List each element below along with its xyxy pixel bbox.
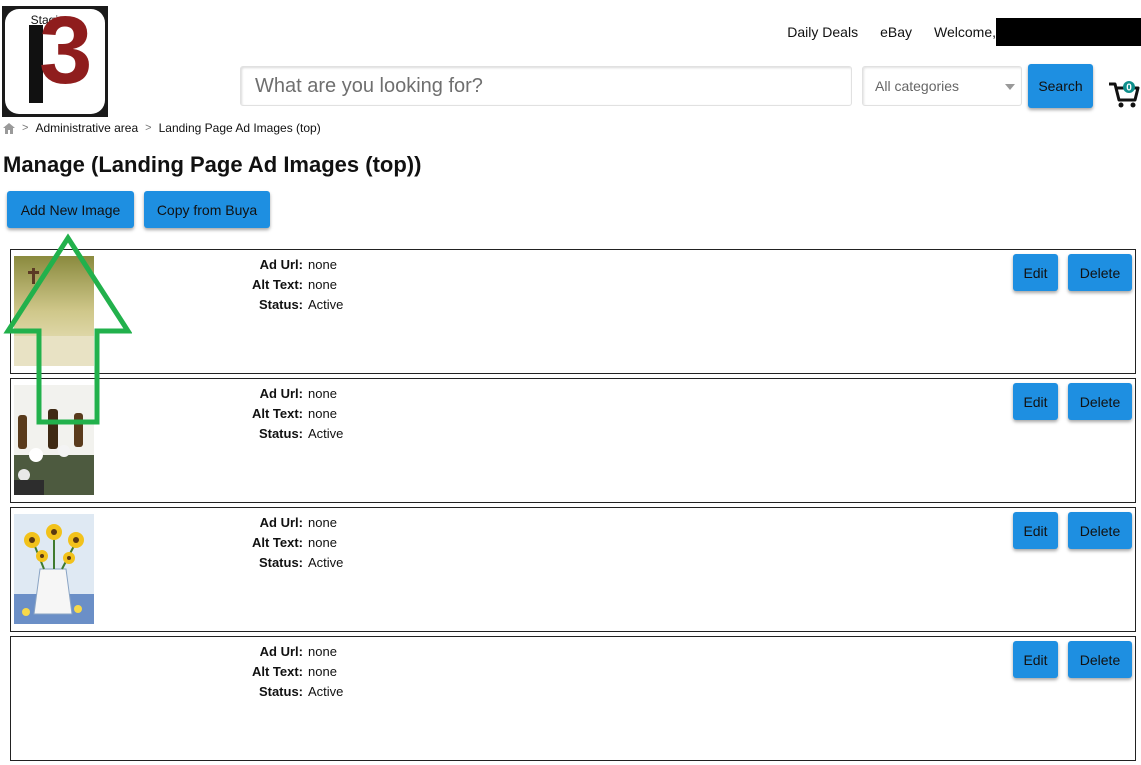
edit-button[interactable]: Edit	[1013, 641, 1058, 678]
welcome-area[interactable]: Welcome,	[934, 18, 1141, 46]
cart-graphic: 0	[1109, 81, 1140, 108]
image-meta: Ad Url: none Alt Text: none Status: Active	[11, 383, 411, 443]
delete-button[interactable]: Delete	[1068, 254, 1132, 291]
search-input[interactable]	[240, 66, 852, 106]
search-button[interactable]: Search	[1028, 64, 1093, 108]
cart-icon[interactable]: 0	[1108, 78, 1140, 110]
breadcrumb-current: Landing Page Ad Images (top)	[158, 121, 321, 135]
alt-text-value: none	[308, 276, 337, 292]
status-label: Status:	[258, 554, 303, 570]
ad-url-label: Ad Url:	[259, 643, 303, 659]
ad-url-value: none	[308, 385, 337, 401]
top-nav: Daily Deals eBay Welcome,	[787, 18, 1141, 46]
alt-text-label: Alt Text:	[251, 276, 303, 292]
status-label: Status:	[258, 296, 303, 312]
edit-button[interactable]: Edit	[1013, 254, 1058, 291]
edit-button[interactable]: Edit	[1013, 383, 1058, 420]
image-row: Ad Url: none Alt Text: none Status: Active …	[10, 507, 1136, 632]
copy-from-buya-button[interactable]: Copy from Buya	[144, 191, 270, 228]
logo-letter: 3	[39, 9, 93, 104]
alt-text-value: none	[308, 405, 337, 421]
category-select[interactable]: All categories	[862, 66, 1022, 106]
delete-button[interactable]: Delete	[1068, 641, 1132, 678]
chevron-down-icon	[1005, 84, 1015, 90]
ad-url-value: none	[308, 256, 337, 272]
delete-button[interactable]: Delete	[1068, 512, 1132, 549]
alt-text-value: none	[308, 663, 337, 679]
breadcrumb: > Administrative area > Landing Page Ad …	[3, 121, 321, 135]
nav-ebay[interactable]: eBay	[880, 24, 912, 40]
status-value: Active	[308, 554, 344, 570]
image-meta: Ad Url: none Alt Text: none Status: Active	[11, 641, 411, 701]
breadcrumb-separator: >	[145, 122, 152, 134]
welcome-label: Welcome,	[934, 24, 996, 40]
category-value: All categories	[875, 78, 960, 94]
breadcrumb-separator: >	[22, 122, 29, 134]
image-row: Ad Url: none Alt Text: none Status: Active …	[10, 249, 1136, 374]
nav-daily-deals[interactable]: Daily Deals	[787, 24, 858, 40]
delete-button[interactable]: Delete	[1068, 383, 1132, 420]
image-meta: Ad Url: none Alt Text: none Status: Active	[11, 512, 411, 572]
alt-text-label: Alt Text:	[251, 663, 303, 679]
ad-url-value: none	[308, 514, 337, 530]
site-logo[interactable]: Staging 3	[2, 6, 108, 117]
image-row: Ad Url: none Alt Text: none Status: Active …	[10, 636, 1136, 761]
image-row: Ad Url: none Alt Text: none Status: Active …	[10, 378, 1136, 503]
status-value: Active	[308, 425, 344, 441]
home-icon[interactable]	[3, 122, 15, 134]
ad-url-label: Ad Url:	[259, 256, 303, 272]
add-new-image-button[interactable]: Add New Image	[7, 191, 134, 228]
breadcrumb-admin-area[interactable]: Administrative area	[35, 121, 138, 135]
ad-url-value: none	[308, 643, 337, 659]
status-label: Status:	[258, 683, 303, 699]
status-label: Status:	[258, 425, 303, 441]
page-title: Manage (Landing Page Ad Images (top))	[3, 152, 422, 177]
cart-count: 0	[1126, 83, 1132, 94]
alt-text-label: Alt Text:	[251, 405, 303, 421]
status-value: Active	[308, 296, 344, 312]
logo-badge: Staging 3	[5, 9, 105, 114]
edit-button[interactable]: Edit	[1013, 512, 1058, 549]
redacted-username	[996, 18, 1141, 46]
ad-url-label: Ad Url:	[259, 385, 303, 401]
ad-url-label: Ad Url:	[259, 514, 303, 530]
alt-text-label: Alt Text:	[251, 534, 303, 550]
alt-text-value: none	[308, 534, 337, 550]
status-value: Active	[308, 683, 344, 699]
image-meta: Ad Url: none Alt Text: none Status: Active	[11, 254, 411, 314]
